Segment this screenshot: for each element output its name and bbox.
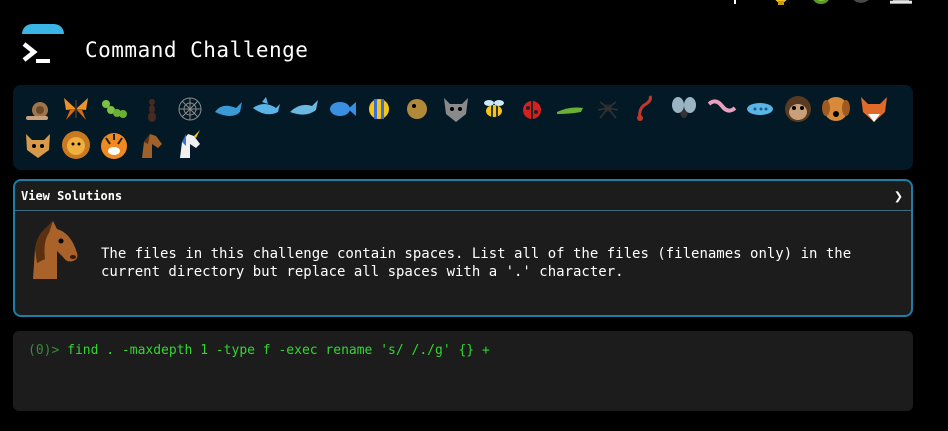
app-title[interactable]: Command Challenge [85, 38, 308, 62]
caterpillar-icon[interactable] [95, 91, 133, 127]
tiger-icon[interactable] [95, 127, 133, 163]
challenge-description: The files in this challenge contain spac… [101, 246, 852, 280]
solutions-label: View Solutions [21, 188, 123, 203]
worm-icon[interactable] [703, 91, 741, 127]
tropical-fish-icon[interactable] [361, 91, 399, 127]
scorpion-icon[interactable] [627, 91, 665, 127]
solutions-panel: View Solutions ❯ The files in this chall… [13, 179, 913, 317]
ladybug-icon[interactable] [513, 91, 551, 127]
cat-icon[interactable] [19, 127, 57, 163]
laptop-icon[interactable] [890, 0, 912, 6]
terminal-logo-icon[interactable] [20, 38, 54, 66]
bug-icon[interactable] [810, 0, 832, 6]
horse-icon [23, 219, 85, 281]
dog-icon[interactable] [817, 91, 855, 127]
terminal[interactable]: (0)> find . -maxdepth 1 -type f -exec re… [13, 331, 913, 411]
unicorn-icon[interactable] [171, 127, 209, 163]
top-toolbar [730, 0, 912, 6]
spider-icon[interactable] [589, 91, 627, 127]
ant-icon[interactable] [133, 91, 171, 127]
code-merge-icon[interactable] [730, 0, 752, 6]
microbe-icon[interactable] [741, 91, 779, 127]
avatar-icon[interactable] [850, 0, 872, 6]
terminal-prompt: (0)> [28, 343, 60, 358]
lion-icon[interactable] [57, 127, 95, 163]
blowfish-icon[interactable] [399, 91, 437, 127]
terminal-command[interactable]: find . -maxdepth 1 -type f -exec rename … [67, 343, 490, 358]
lightbulb-icon[interactable] [770, 0, 792, 6]
dolphin-icon[interactable] [285, 91, 323, 127]
fly-icon[interactable] [665, 91, 703, 127]
monkey-icon[interactable] [779, 91, 817, 127]
logo-accent [22, 24, 64, 34]
chevron-right-icon[interactable]: ❯ [894, 187, 903, 205]
shark-icon[interactable] [247, 91, 285, 127]
spider-web-icon[interactable] [171, 91, 209, 127]
fox-icon[interactable] [855, 91, 893, 127]
butterfly-icon[interactable] [57, 91, 95, 127]
whale-icon[interactable] [209, 91, 247, 127]
snail-icon[interactable] [19, 91, 57, 127]
horse-icon[interactable] [133, 127, 171, 163]
wolf-icon[interactable] [437, 91, 475, 127]
fish-icon[interactable] [323, 91, 361, 127]
lizard-icon[interactable] [551, 91, 589, 127]
achievements-strip [13, 85, 913, 170]
bee-icon[interactable] [475, 91, 513, 127]
solutions-toggle[interactable]: View Solutions ❯ [15, 181, 911, 211]
